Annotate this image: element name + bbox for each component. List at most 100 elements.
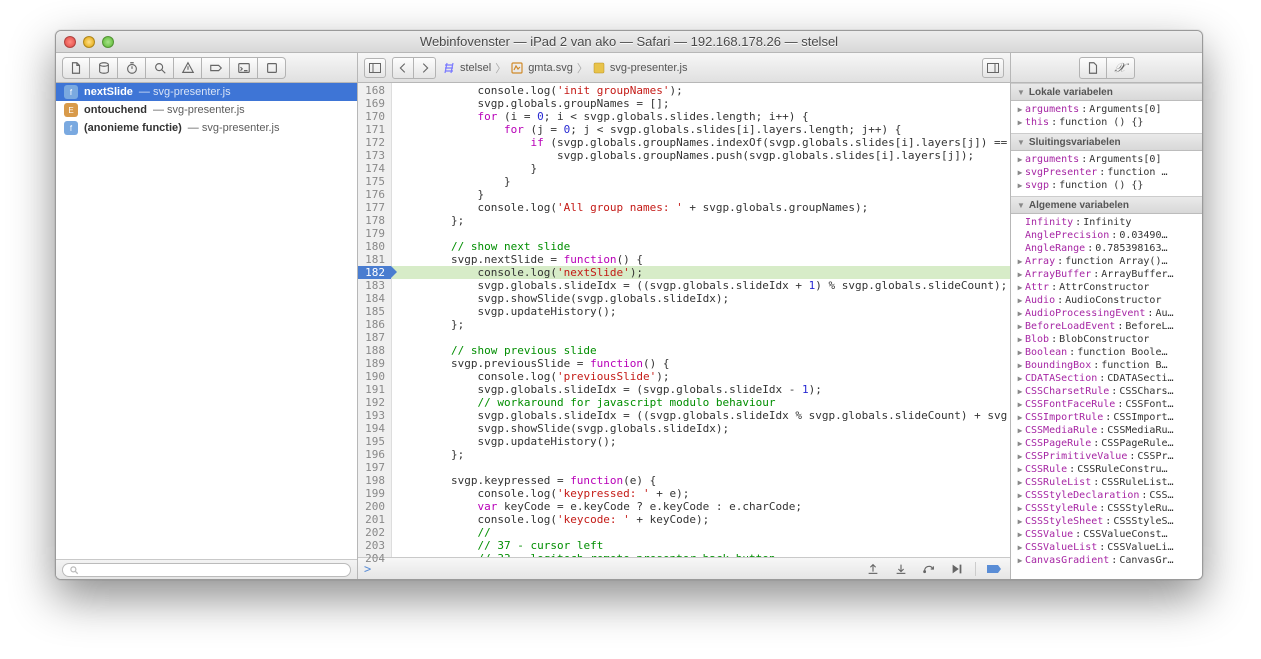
line-number[interactable]: 195 — [358, 435, 391, 448]
source-line[interactable]: console.log('keycode: ' + keyCode); — [392, 513, 1010, 526]
source-line[interactable]: svgp.showSlide(svgp.globals.slideIdx); — [392, 422, 1010, 435]
line-number[interactable]: 172 — [358, 136, 391, 149]
toolbar-storage-icon[interactable] — [90, 57, 118, 79]
toggle-right-sidebar-button[interactable] — [982, 58, 1004, 78]
disclosure-triangle-icon[interactable]: ▶ — [1015, 413, 1025, 422]
line-number[interactable]: 185 — [358, 305, 391, 318]
disclosure-triangle-icon[interactable]: ▶ — [1015, 517, 1025, 526]
variable-row[interactable]: ▶CSSRule: CSSRuleConstru… — [1015, 463, 1198, 476]
toolbar-timer-icon[interactable] — [118, 57, 146, 79]
variable-row[interactable]: ▶BoundingBox: function B… — [1015, 359, 1198, 372]
disclosure-triangle-icon[interactable]: ▶ — [1015, 257, 1025, 266]
filter-input[interactable] — [62, 563, 351, 577]
source-line[interactable]: svgp.updateHistory(); — [392, 435, 1010, 448]
line-number[interactable]: 204 — [358, 552, 391, 565]
variable-row[interactable]: ▶arguments: Arguments[0] — [1015, 153, 1198, 166]
line-number[interactable]: 190 — [358, 370, 391, 383]
line-number[interactable]: 197 — [358, 461, 391, 474]
source-line[interactable]: console.log('previousSlide'); — [392, 370, 1010, 383]
variable-row[interactable]: ▶Blob: BlobConstructor — [1015, 333, 1198, 346]
source-line[interactable]: // show next slide — [392, 240, 1010, 253]
source-line[interactable]: svgp.showSlide(svgp.globals.slideIdx); — [392, 292, 1010, 305]
disclosure-triangle-icon[interactable]: ▶ — [1015, 465, 1025, 474]
variable-row[interactable]: ▶CSSStyleRule: CSSStyleRu… — [1015, 502, 1198, 515]
disclosure-triangle-icon[interactable]: ▶ — [1015, 387, 1025, 396]
disclosure-triangle-icon[interactable]: ▶ — [1015, 155, 1025, 164]
variable-row[interactable]: ▶CSSFontFaceRule: CSSFont… — [1015, 398, 1198, 411]
variable-row[interactable]: ▶CSSStyleDeclaration: CSS… — [1015, 489, 1198, 502]
line-number[interactable]: 168 — [358, 84, 391, 97]
disclosure-triangle-icon[interactable]: ▶ — [1015, 504, 1025, 513]
nav-forward-button[interactable] — [414, 57, 436, 79]
step-over-button[interactable] — [919, 561, 939, 577]
variable-row[interactable]: ▶CSSValueList: CSSValueLi… — [1015, 541, 1198, 554]
variable-row[interactable]: ▶BeforeLoadEvent: BeforeL… — [1015, 320, 1198, 333]
variable-row[interactable]: Infinity: Infinity — [1015, 216, 1198, 229]
toolbar-search-icon[interactable] — [146, 57, 174, 79]
line-number[interactable]: 178 — [358, 214, 391, 227]
source-line[interactable]: svgp.nextSlide = function() { — [392, 253, 1010, 266]
source-line[interactable]: }; — [392, 448, 1010, 461]
line-number[interactable]: 201 — [358, 513, 391, 526]
source-line[interactable]: svgp.globals.slideIdx = ((svgp.globals.s… — [392, 279, 1010, 292]
toolbar-file-icon[interactable] — [62, 57, 90, 79]
minimize-window-button[interactable] — [83, 36, 95, 48]
source-line[interactable]: console.log('nextSlide'); — [392, 266, 1010, 279]
disclosure-triangle-icon[interactable]: ▶ — [1015, 400, 1025, 409]
line-number[interactable]: 176 — [358, 188, 391, 201]
line-number[interactable]: 182 — [358, 266, 391, 279]
line-number[interactable]: 170 — [358, 110, 391, 123]
variable-row[interactable]: ▶Boolean: function Boole… — [1015, 346, 1198, 359]
line-number[interactable]: 188 — [358, 344, 391, 357]
disclosure-triangle-icon[interactable]: ▶ — [1015, 283, 1025, 292]
source-line[interactable]: svgp.globals.groupNames.push(svgp.global… — [392, 149, 1010, 162]
variable-row[interactable]: ▶CanvasGradient: CanvasGr… — [1015, 554, 1198, 567]
source-line[interactable] — [392, 331, 1010, 344]
variable-row[interactable]: ▶arguments: Arguments[0] — [1015, 103, 1198, 116]
variable-row[interactable]: ▶CSSPrimitiveValue: CSSPr… — [1015, 450, 1198, 463]
titlebar[interactable]: Webinfovenster — iPad 2 van ako — Safari… — [56, 31, 1202, 53]
line-number[interactable]: 196 — [358, 448, 391, 461]
variable-row[interactable]: ▶CSSStyleSheet: CSSStyleS… — [1015, 515, 1198, 528]
source-line[interactable]: svgp.globals.slideIdx = ((svgp.globals.s… — [392, 409, 1010, 422]
line-number[interactable]: 187 — [358, 331, 391, 344]
line-number[interactable]: 177 — [358, 201, 391, 214]
disclosure-triangle-icon[interactable]: ▶ — [1015, 452, 1025, 461]
variable-row[interactable]: ▶CSSImportRule: CSSImport… — [1015, 411, 1198, 424]
line-number[interactable]: 194 — [358, 422, 391, 435]
source-line[interactable]: svgp.globals.slideIdx = (svgp.globals.sl… — [392, 383, 1010, 396]
disclosure-triangle-icon[interactable]: ▶ — [1015, 118, 1025, 127]
line-number[interactable]: 192 — [358, 396, 391, 409]
disclosure-triangle-icon[interactable]: ▶ — [1015, 556, 1025, 565]
line-number[interactable]: 186 — [358, 318, 391, 331]
zoom-window-button[interactable] — [102, 36, 114, 48]
source-line[interactable]: // 37 - cursor left — [392, 539, 1010, 552]
section-global-vars[interactable]: ▼Algemene variabelen — [1011, 196, 1202, 214]
line-number[interactable]: 191 — [358, 383, 391, 396]
source-code[interactable]: console.log('init groupNames'); svgp.glo… — [392, 83, 1010, 557]
section-closure-vars[interactable]: ▼Sluitingsvariabelen — [1011, 133, 1202, 151]
disclosure-triangle-icon[interactable]: ▶ — [1015, 491, 1025, 500]
variable-row[interactable]: ▶Attr: AttrConstructor — [1015, 281, 1198, 294]
source-line[interactable]: for (j = 0; j < svgp.globals.slides[i].l… — [392, 123, 1010, 136]
source-line[interactable]: }; — [392, 214, 1010, 227]
line-number[interactable]: 173 — [358, 149, 391, 162]
scope-vars-tab[interactable] — [1079, 57, 1107, 79]
source-line[interactable]: for (i = 0; i < svgp.globals.slides.leng… — [392, 110, 1010, 123]
call-stack-frame[interactable]: Eontouchend — svg-presenter.js — [56, 101, 357, 119]
disclosure-triangle-icon[interactable]: ▶ — [1015, 478, 1025, 487]
line-number[interactable]: 171 — [358, 123, 391, 136]
disclosure-triangle-icon[interactable]: ▶ — [1015, 348, 1025, 357]
breakpoints-toggle-button[interactable] — [984, 561, 1004, 577]
line-number[interactable]: 174 — [358, 162, 391, 175]
line-number[interactable]: 181 — [358, 253, 391, 266]
line-number[interactable]: 203 — [358, 539, 391, 552]
variable-row[interactable]: AngleRange: 0.785398163… — [1015, 242, 1198, 255]
section-local-vars[interactable]: ▼Lokale variabelen — [1011, 83, 1202, 101]
breadcrumb[interactable]: stelsel 〉 gmta.svg 〉 svg-presenter.js — [442, 60, 687, 76]
source-line[interactable]: // — [392, 526, 1010, 539]
source-line[interactable]: } — [392, 188, 1010, 201]
variable-row[interactable]: ▶AudioProcessingEvent: Au… — [1015, 307, 1198, 320]
disclosure-triangle-icon[interactable]: ▶ — [1015, 270, 1025, 279]
source-line[interactable]: console.log('init groupNames'); — [392, 84, 1010, 97]
